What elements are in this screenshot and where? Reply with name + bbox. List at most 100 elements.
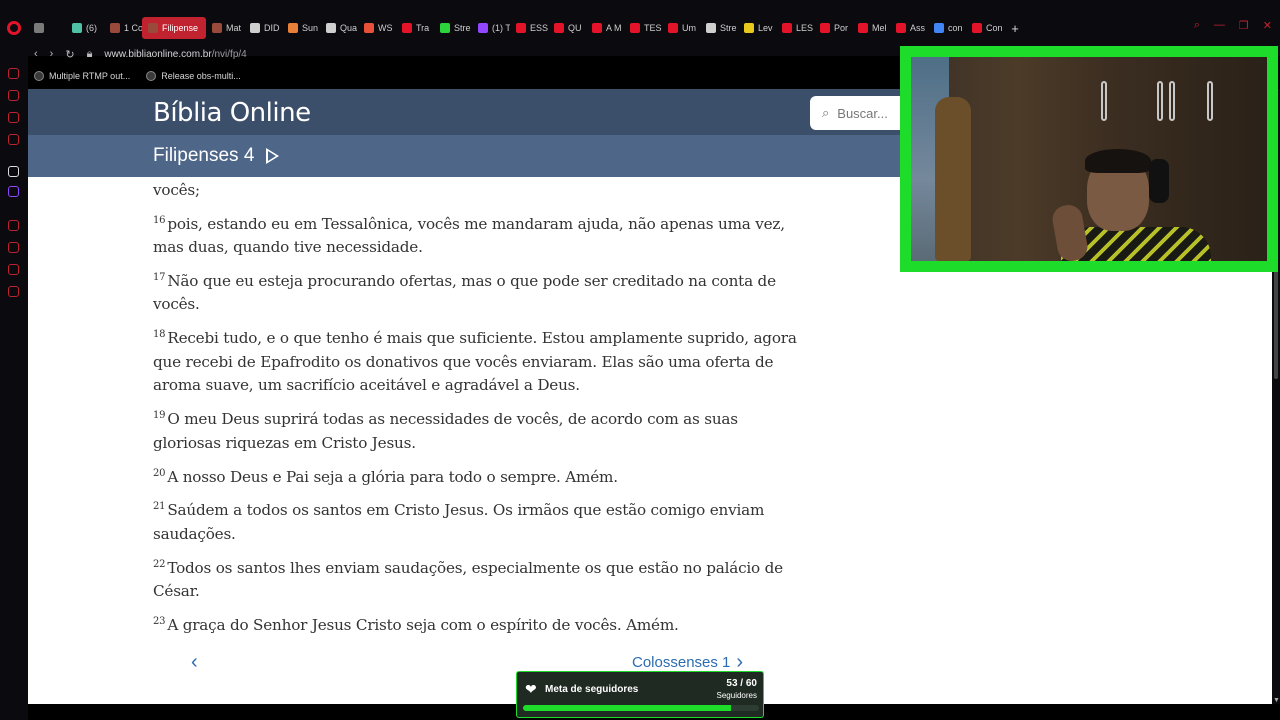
goal-progress-bar xyxy=(523,705,759,711)
tab-label: (6) xyxy=(86,23,97,33)
tab[interactable]: Stre xyxy=(434,17,472,39)
tab-active[interactable]: Filipense xyxy=(142,17,206,39)
tab[interactable]: (6) xyxy=(66,17,104,39)
search-input[interactable]: Buscar... xyxy=(837,106,888,121)
cabinet-handle xyxy=(1101,81,1107,121)
lock-icon[interactable]: 🔒︎ xyxy=(87,48,93,61)
verse: 22 Todos os santos lhes enviam saudações,… xyxy=(153,557,798,604)
tab-favicon-icon xyxy=(630,23,640,33)
verse-number: 20 xyxy=(153,467,166,479)
sidebar-mail-icon[interactable] xyxy=(8,134,19,145)
verse: 17 Não que eu esteja procurando ofertas, … xyxy=(153,270,798,317)
tab[interactable]: Ass xyxy=(890,17,928,39)
tab-label: TES xyxy=(644,23,662,33)
tab-label: Stre xyxy=(454,23,471,33)
tab[interactable]: ESS xyxy=(510,17,548,39)
sidebar-messenger-icon[interactable] xyxy=(8,112,19,123)
tab[interactable]: Mat xyxy=(206,17,244,39)
bookmark-icon xyxy=(34,71,44,81)
tab-favicon-icon xyxy=(440,23,450,33)
bookmark-release-obs[interactable]: Release obs-multi... xyxy=(146,71,241,81)
site-title[interactable]: Bíblia Online xyxy=(153,98,311,128)
verse-number: 19 xyxy=(153,410,166,422)
tab-label: Sun xyxy=(302,23,319,33)
chapter-title[interactable]: Filipenses 4 xyxy=(153,145,254,167)
goal-progress-fill xyxy=(523,705,732,711)
tab[interactable]: Con xyxy=(966,17,1004,39)
tab[interactable]: DID xyxy=(244,17,282,39)
tab-favicon-icon xyxy=(516,23,526,33)
opera-logo-icon[interactable] xyxy=(0,21,28,35)
verse-text: O meu Deus suprirá todas as necessidades… xyxy=(153,410,738,452)
tab[interactable]: Mel xyxy=(852,17,890,39)
sidebar-play-icon[interactable] xyxy=(8,220,19,231)
minimize-icon[interactable]: — xyxy=(1214,19,1225,32)
tab-label: con xyxy=(948,23,963,33)
tab-favicon-icon xyxy=(934,23,944,33)
tab[interactable]: A M xyxy=(586,17,624,39)
tab-label: A M xyxy=(606,23,622,33)
verse-text: Não que eu esteja procurando ofertas, ma… xyxy=(153,271,776,314)
scroll-down-icon[interactable]: ▼ xyxy=(1273,697,1280,704)
bookmark-multiple-rtmp[interactable]: Multiple RTMP out... xyxy=(34,71,130,81)
sidebar-arrow-icon[interactable] xyxy=(8,166,19,177)
tab-label: Con xyxy=(986,23,1003,33)
tab[interactable]: Lev xyxy=(738,17,776,39)
tab[interactable]: Sun xyxy=(282,17,320,39)
tab[interactable]: con xyxy=(928,17,966,39)
verse-number: 18 xyxy=(153,329,166,341)
tab[interactable]: 1 Co xyxy=(104,17,142,39)
search-icon: ⌕ xyxy=(822,105,830,120)
sidebar-settings-icon[interactable] xyxy=(8,286,19,297)
github-icon xyxy=(146,71,157,81)
verse-text: pois, estando eu em Tessalônica, vocês m… xyxy=(153,214,785,257)
tab[interactable]: WS xyxy=(358,17,396,39)
person-hair xyxy=(1085,149,1151,173)
search-tabs-icon[interactable]: ⌕ xyxy=(1194,19,1200,32)
tab-label: Filipense xyxy=(162,23,199,33)
sidebar-refresh-icon[interactable] xyxy=(8,68,19,79)
previous-chapter-icon[interactable]: ‹ xyxy=(191,651,198,674)
webcam-overlay xyxy=(900,46,1278,272)
tab[interactable]: (1) T xyxy=(472,17,510,39)
partial-verse: vocês; xyxy=(153,181,200,199)
verse-text: A nosso Deus e Pai seja a glória para to… xyxy=(167,467,618,486)
tab[interactable]: LES xyxy=(776,17,814,39)
tab-label: Mat xyxy=(226,23,242,33)
verse: 19 O meu Deus suprirá todas as necessidad… xyxy=(153,408,798,455)
sidebar-extensions-icon[interactable] xyxy=(8,264,19,275)
headset-icon xyxy=(1149,159,1169,203)
tab-favicon-icon xyxy=(110,23,120,33)
tab-label: Mel xyxy=(872,23,887,33)
tab[interactable]: QU xyxy=(548,17,586,39)
goal-label: Meta de seguidores xyxy=(545,684,639,695)
sidebar-twitch-icon[interactable] xyxy=(8,186,19,197)
verse: 21 Saúdem a todos os santos em Cristo Jes… xyxy=(153,499,798,546)
new-tab-button[interactable]: + xyxy=(1004,21,1026,36)
sidebar-history-icon[interactable] xyxy=(8,242,19,253)
cabinet-handle xyxy=(1169,81,1175,121)
tab[interactable]: Stre xyxy=(700,17,738,39)
tab-favicon-icon xyxy=(250,23,260,33)
verse-number: 21 xyxy=(153,501,166,513)
tab-favicon-icon xyxy=(148,23,158,33)
tab-strip: (6) 1 Co Filipense Mat DID Sun Qua WS Tra Stre (1)… xyxy=(0,16,1280,40)
back-icon[interactable]: ‹ xyxy=(34,48,38,60)
tab[interactable]: Um xyxy=(662,17,700,39)
reload-icon[interactable]: ↻ xyxy=(65,48,74,61)
tab[interactable]: Qua xyxy=(320,17,358,39)
verse: 23 A graça do Senhor Jesus Cristo seja co… xyxy=(153,614,798,638)
tab-favicon-icon xyxy=(326,23,336,33)
sidebar-bag-icon[interactable] xyxy=(8,90,19,101)
maximize-icon[interactable]: ❐ xyxy=(1239,19,1249,32)
forward-icon[interactable]: › xyxy=(50,48,54,60)
tab-favicon-icon xyxy=(288,23,298,33)
tab[interactable]: Por xyxy=(814,17,852,39)
tab[interactable]: TES xyxy=(624,17,662,39)
tab[interactable] xyxy=(28,17,66,39)
play-icon[interactable] xyxy=(266,148,280,164)
url-field[interactable]: www.bibliaonline.com.br/nvi/fp/4 xyxy=(104,49,246,60)
close-icon[interactable]: ✕ xyxy=(1263,19,1272,32)
tab[interactable]: Tra xyxy=(396,17,434,39)
tab-label: Por xyxy=(834,23,849,33)
